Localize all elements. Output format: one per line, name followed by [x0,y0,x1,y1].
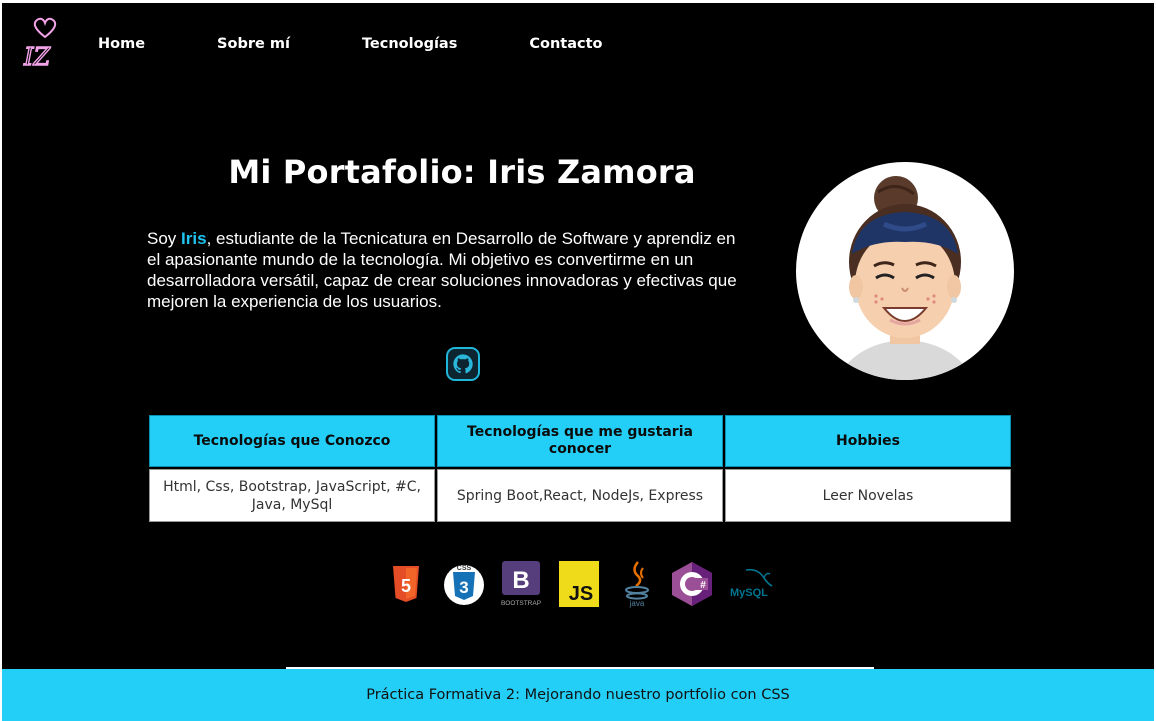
github-link[interactable] [446,347,480,381]
table-cell: Html, Css, Bootstrap, JavaScript, #C, Ja… [149,469,435,522]
page-frame: IZ Home Sobre mí Tecnologías Contacto Mi… [2,3,1154,721]
table-cell: Leer Novelas [725,469,1011,522]
logo[interactable]: IZ [22,17,68,73]
logo-monogram: IZ [23,43,51,71]
table-header: Tecnologías que me gustaria conocer [437,415,723,467]
svg-text:MySQL: MySQL [730,587,768,599]
avatar-illustration [836,176,974,380]
css3-icon: CSS 3 [442,562,486,606]
nav-contacto[interactable]: Contacto [529,36,602,52]
csharp-icon: # [670,561,714,607]
top-nav: Home Sobre mí Tecnologías Contacto [98,36,674,52]
tech-icons-row: 5 CSS 3 B BOOTSTRAP JS java # MySQL [388,559,778,609]
svg-text:java: java [629,599,645,608]
intro-prefix: Soy [147,229,182,248]
svg-text:JS: JS [569,583,593,605]
svg-text:3: 3 [459,578,468,597]
intro-paragraph: Soy Iris, estudiante de la Tecnicatura e… [147,228,747,312]
nav-tecnologias[interactable]: Tecnologías [362,36,457,52]
footer-text: Práctica Formativa 2: Mejorando nuestro … [366,687,790,703]
heart-icon [33,17,57,39]
table-header: Hobbies [725,415,1011,467]
github-icon [453,354,473,374]
svg-text:B: B [512,567,529,594]
page-title: Mi Portafolio: Iris Zamora [228,153,696,191]
table-cell: Spring Boot,React, NodeJs, Express [437,469,723,522]
table-header: Tecnologías que Conozco [149,415,435,467]
java-icon: java [620,560,654,608]
svg-text:5: 5 [401,576,411,596]
avatar [796,162,1014,380]
intro-rest: , estudiante de la Tecnicatura en Desarr… [147,229,737,311]
table-row: Html, Css, Bootstrap, JavaScript, #C, Ja… [149,469,1011,522]
bootstrap-icon: B BOOTSTRAP [500,560,542,608]
footer: Práctica Formativa 2: Mejorando nuestro … [2,669,1154,721]
html5-icon: 5 [388,565,424,603]
intro-name: Iris [181,229,207,248]
nav-home[interactable]: Home [98,36,145,52]
mysql-icon: MySQL [728,566,774,602]
svg-text:CSS: CSS [457,565,472,572]
info-table: Tecnologías que Conozco Tecnologías que … [147,413,1013,524]
table-header-row: Tecnologías que Conozco Tecnologías que … [149,415,1011,467]
javascript-icon: JS [558,561,600,607]
svg-text:#: # [700,580,706,591]
svg-text:BOOTSTRAP: BOOTSTRAP [501,600,541,607]
nav-sobre-mi[interactable]: Sobre mí [217,36,290,52]
